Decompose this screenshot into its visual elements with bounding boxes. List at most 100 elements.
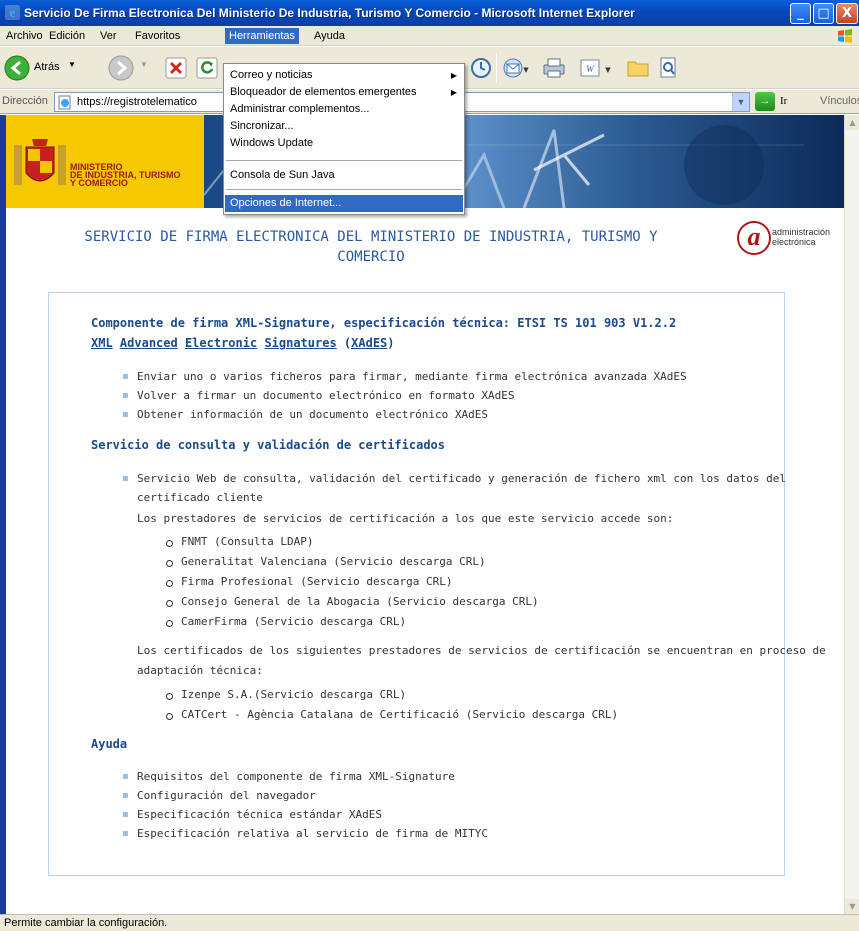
ayuda-item-especificacion[interactable]: Especificación técnica estándar XAdES — [137, 808, 382, 821]
word-edit-icon[interactable]: W ▼ — [578, 56, 614, 80]
back-arrow-icon — [4, 55, 30, 81]
ayuda-item-requisitos[interactable]: Requisitos del componente de firma XML-S… — [137, 770, 455, 783]
bullet-icon: ▪ — [122, 390, 129, 401]
menu-edicion[interactable]: Edición — [45, 28, 89, 44]
minimize-button[interactable]: _ — [790, 3, 811, 24]
print-icon[interactable] — [540, 56, 568, 80]
bullet-icon: ▪ — [122, 771, 129, 782]
xades-item-resign[interactable]: Volver a firmar un documento electrónico… — [137, 389, 515, 402]
back-dropdown-icon[interactable]: ▼ — [68, 60, 76, 69]
menu-ver[interactable]: Ver — [96, 28, 121, 44]
consulta-item-line-2[interactable]: certificado cliente — [137, 491, 263, 504]
go-label[interactable]: Ir — [780, 95, 787, 107]
maximize-button[interactable]: □ — [813, 3, 834, 24]
bullet-icon: ▪ — [122, 371, 129, 382]
menu-separator — [226, 189, 462, 190]
window-title: Servicio De Firma Electronica Del Minist… — [24, 6, 635, 20]
stop-icon[interactable] — [165, 57, 187, 79]
menu-item-label: Administrar complementos... — [230, 103, 370, 115]
xades-link-advanced[interactable]: Advanced — [120, 336, 178, 350]
refresh-icon[interactable] — [196, 57, 218, 79]
adaptacion-item: Izenpe S.A.(Servicio descarga CRL) — [181, 688, 407, 701]
title-bar[interactable]: e Servicio De Firma Electronica Del Mini… — [0, 0, 859, 26]
internet-explorer-icon: e — [5, 5, 20, 21]
at-sign-icon: a — [737, 221, 771, 255]
page-icon — [58, 95, 71, 110]
vertical-scrollbar[interactable]: ▲ ▼ — [844, 115, 859, 914]
administracion-electronica-logo[interactable]: a administración electrónica — [737, 219, 844, 259]
links-label[interactable]: Vínculos — [820, 95, 859, 107]
bullet-icon: ▪ — [122, 473, 129, 484]
go-arrow-icon[interactable]: → — [755, 92, 775, 111]
prestador-item: Consejo General de la Abogacia (Servicio… — [181, 595, 539, 608]
menu-bar: Archivo Edición Ver Favoritos Herramient… — [0, 26, 859, 46]
ayuda-section-title: Ayuda — [91, 737, 128, 751]
ayuda-item-configuracion[interactable]: Configuración del navegador — [137, 789, 316, 802]
xades-item-sign[interactable]: Enviar uno o varios ficheros para firmar… — [137, 370, 687, 383]
menu-item-sincronizar[interactable]: Sincronizar... — [225, 118, 463, 135]
address-url: https://registrotelematico — [77, 96, 197, 108]
menu-item-label: Opciones de Internet... — [230, 197, 342, 209]
circle-bullet-icon — [166, 620, 173, 627]
menu-item-bloqueador[interactable]: Bloqueador de elementos emergentes ▶ — [225, 84, 463, 101]
menu-item-opciones-internet[interactable]: Opciones de Internet... — [225, 195, 463, 212]
circle-bullet-icon — [166, 560, 173, 567]
menu-favoritos[interactable]: Favoritos — [131, 28, 184, 44]
menu-ayuda[interactable]: Ayuda — [310, 28, 349, 44]
forward-arrow-icon — [108, 55, 134, 81]
mail-icon[interactable]: ▼ — [502, 56, 530, 80]
xades-link-acronym[interactable]: XAdES — [351, 336, 387, 350]
bullet-icon: ▪ — [122, 809, 129, 820]
prestador-item: FNMT (Consulta LDAP) — [181, 535, 314, 548]
bullet-icon: ▪ — [122, 790, 129, 801]
menu-herramientas[interactable]: Herramientas — [225, 28, 300, 44]
close-icon: X — [841, 6, 853, 21]
adaptacion-intro-line-1: Los certificados de los siguientes prest… — [137, 644, 826, 657]
services-box: Componente de firma XML-Signature, espec… — [48, 292, 826, 876]
address-dropdown-icon[interactable]: ▼ — [732, 93, 749, 111]
menu-item-correo[interactable]: Correo y noticias ▶ — [225, 67, 463, 84]
status-bar: Permite cambiar la configuración. — [0, 914, 859, 931]
maximize-icon: □ — [817, 6, 830, 21]
xades-link-electronic[interactable]: Electronic — [185, 336, 257, 350]
adaptacion-item: CATCert - Agència Catalana de Certificac… — [181, 708, 619, 721]
page-content: MINISTERIO DE INDUSTRIA, TURISMO Y COMER… — [6, 115, 844, 914]
svg-text:e: e — [9, 6, 15, 21]
prestador-item: CamerFirma (Servicio descarga CRL) — [181, 615, 407, 628]
menu-item-label: Windows Update — [230, 137, 314, 149]
forward-dropdown-icon[interactable]: ▼ — [140, 60, 148, 69]
xades-link-xml[interactable]: XML — [91, 336, 113, 350]
back-button[interactable]: Atrás ▼ — [4, 55, 94, 81]
ministry-name: MINISTERIO DE INDUSTRIA, TURISMO Y COMER… — [70, 163, 181, 188]
page-title-line-1: SERVICIO DE FIRMA ELECTRONICA DEL MINIST… — [84, 229, 658, 245]
menu-archivo[interactable]: Archivo — [2, 28, 47, 44]
ayuda-item-servicio-firma[interactable]: Especificación relativa al servicio de f… — [137, 827, 488, 840]
consulta-item-line-1[interactable]: Servicio Web de consulta, validación del… — [137, 472, 786, 485]
forward-button[interactable]: ▼ — [108, 55, 154, 81]
menu-item-complementos[interactable]: Administrar complementos... — [225, 101, 463, 118]
xades-link-signatures[interactable]: Signatures — [264, 336, 336, 350]
menu-item-label: Correo y noticias — [230, 69, 313, 81]
consulta-section-title: Servicio de consulta y validación de cer… — [91, 438, 446, 452]
folder-icon[interactable] — [626, 56, 650, 80]
status-text: Permite cambiar la configuración. — [4, 917, 168, 929]
svg-text:▼: ▼ — [605, 66, 611, 74]
scroll-up-icon[interactable]: ▲ — [845, 115, 859, 130]
ministry-line-3: Y COMERCIO — [70, 178, 128, 188]
xades-item-info[interactable]: Obtener información de un documento elec… — [137, 408, 488, 421]
research-icon[interactable] — [656, 56, 680, 80]
xades-section-title: Componente de firma XML-Signature, espec… — [91, 316, 677, 330]
xades-section-subtitle: XML Advanced Electronic Signatures (XAdE… — [91, 336, 395, 350]
menu-item-sun-java[interactable]: Consola de Sun Java — [225, 167, 463, 184]
windows-logo-icon — [838, 29, 852, 43]
admin-logo-line-2: electrónica — [772, 237, 816, 247]
scroll-down-icon[interactable]: ▼ — [845, 899, 859, 914]
submenu-arrow-icon: ▶ — [450, 88, 457, 97]
minimize-icon: _ — [797, 6, 804, 21]
history-icon[interactable] — [470, 57, 492, 79]
adaptacion-intro-line-2: adaptación técnica: — [137, 664, 263, 677]
menu-item-windows-update[interactable]: Windows Update — [225, 135, 463, 152]
close-button[interactable]: X — [836, 3, 858, 24]
coat-of-arms-icon — [14, 139, 66, 185]
prestador-item: Firma Profesional (Servicio descarga CRL… — [181, 575, 453, 588]
